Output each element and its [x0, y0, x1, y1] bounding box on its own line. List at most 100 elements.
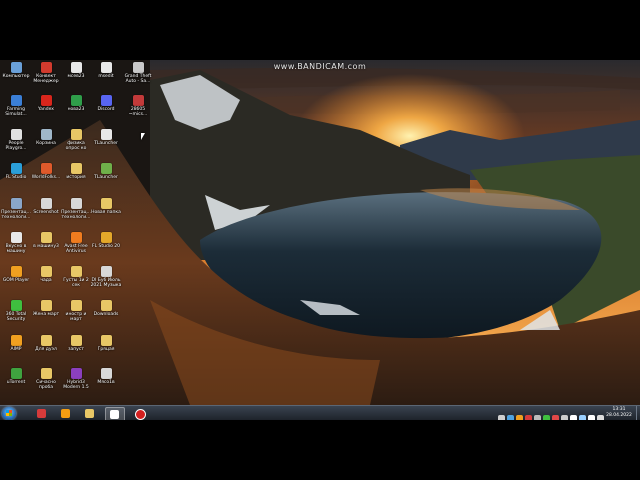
gom-player-icon: [10, 266, 22, 277]
desktop-icon[interactable]: msedit: [90, 62, 122, 96]
desktop-icon[interactable]: Screenshot: [30, 198, 62, 232]
desktop-icon-label: физика опрос ко: [65, 141, 87, 151]
utorrent-icon: [10, 368, 22, 379]
taskbar-app-explorer[interactable]: [81, 407, 99, 420]
game-icon: [132, 62, 144, 73]
file-icon: [70, 198, 82, 209]
desktop-icon[interactable]: нова23: [60, 95, 92, 129]
record-icon: [135, 409, 146, 420]
desktop-icon-label: Густы 1и 2 сек: [63, 278, 89, 288]
yandex-icon: [40, 95, 52, 106]
desktop-icon[interactable]: 28605 ~mics...: [122, 95, 154, 129]
desktop-icon-label: uTorrent: [6, 380, 26, 385]
desktop-icon[interactable]: чада: [30, 266, 62, 300]
desktop-icon-label: запуст: [68, 347, 84, 352]
desktop-icon[interactable]: история: [60, 163, 92, 197]
folder-icon: [70, 163, 82, 174]
desktop-icon[interactable]: Yandex: [30, 95, 62, 129]
desktop-screen: www.BANDICAM.com Компьютер Конвект Менедж…: [0, 60, 640, 420]
windows-logo-icon: [6, 410, 12, 416]
desktop-icon[interactable]: AIMP: [0, 335, 32, 369]
desktop-icon[interactable]: TLauncher: [90, 129, 122, 163]
desktop-icon-label: Hybrid3 Modern 1.5: [63, 380, 89, 390]
desktop-icon-label: People Playgro...: [5, 141, 27, 151]
file-icon: [70, 62, 82, 73]
desktop-icon[interactable]: Для дуэл: [30, 335, 62, 369]
desktop-icon-label: Гряцая: [97, 347, 115, 352]
desktop-icon[interactable]: People Playgro...: [0, 129, 32, 163]
show-desktop-button[interactable]: [636, 406, 640, 420]
desktop-icon-label: история: [66, 175, 86, 180]
desktop-icon[interactable]: Жена март: [30, 300, 62, 334]
desktop-icon[interactable]: Downloads: [90, 300, 122, 334]
desktop-icon-label: Farming Simulat...: [5, 107, 27, 117]
desktop-icon[interactable]: Компьютер: [0, 62, 32, 96]
desktop-icon[interactable]: FL Studio 20: [90, 232, 122, 266]
mouse-cursor-icon: [141, 133, 145, 140]
desktop-icon[interactable]: Новая папка: [90, 198, 122, 232]
desktop-icon-label: Screenshot: [33, 210, 59, 215]
desktop-icon[interactable]: Вкусно в машину: [0, 232, 32, 266]
flag-icon: [132, 95, 144, 106]
desktop-icon[interactable]: Корзина: [30, 129, 62, 163]
desktop-icon-label: Презентац... технологи...: [61, 210, 91, 220]
taskbar-clock[interactable]: 13:31 28.04.2022: [604, 407, 634, 419]
desktop-icon[interactable]: мсев23: [60, 62, 92, 96]
desktop-icon-label: 28605 ~mics...: [128, 107, 148, 117]
desktop-icon-label: Grand Theft Auto - Sa...: [124, 74, 152, 84]
game-icon: [10, 95, 22, 106]
desktop-icon[interactable]: Farming Simulat...: [0, 95, 32, 129]
desktop-icon[interactable]: uTorrent: [0, 368, 32, 402]
start-button[interactable]: [2, 407, 16, 420]
desktop-icon[interactable]: Презентац... технологи...: [60, 198, 92, 232]
taskbar-app-browser[interactable]: [57, 407, 75, 420]
desktop-icon[interactable]: Презентац... технологи...: [0, 198, 32, 232]
desktop-icon-label: GOM Player: [2, 278, 30, 283]
bandicam-icon: [37, 409, 46, 418]
desktop-icon-label: Корзина: [36, 141, 56, 146]
folder-icon: [40, 300, 52, 311]
desktop-icon[interactable]: TLauncher: [90, 163, 122, 197]
desktop-icon-label: иностр и март: [65, 312, 87, 322]
folder-icon: [40, 232, 52, 243]
desktop-icon[interactable]: WorldFolks...: [30, 163, 62, 197]
desktop-icon[interactable]: Grand Theft Auto - Sa...: [122, 62, 154, 96]
folder-icon: [100, 300, 112, 311]
desktop-icon[interactable]: иностр и март: [60, 300, 92, 334]
folder-icon: [100, 198, 112, 209]
desktop-icon[interactable]: запуст: [60, 335, 92, 369]
desktop-icon-label: чада: [40, 278, 52, 283]
desktop-icon[interactable]: GOM Player: [0, 266, 32, 300]
desktop-icon[interactable]: в машину3: [30, 232, 62, 266]
folder-icon: [40, 368, 52, 379]
taskbar-app-record[interactable]: [131, 407, 149, 420]
computer-icon: [10, 62, 22, 73]
app-icon: [40, 163, 52, 174]
folder-icon: [70, 335, 82, 346]
desktop-icon-label: msedit: [98, 74, 114, 79]
desktop-icon[interactable]: 360 Total Security: [0, 300, 32, 334]
taskbar-app-bandicam[interactable]: [33, 407, 51, 420]
taskbar-app-yandex[interactable]: [105, 407, 125, 420]
desktop-icon[interactable]: Discord: [90, 95, 122, 129]
desktop-icon[interactable]: Мясо1в: [90, 368, 122, 402]
letterbox-top: [0, 0, 640, 60]
desktop-icon[interactable]: физика опрос ко: [60, 129, 92, 163]
desktop-icon[interactable]: Сичасно проба: [30, 368, 62, 402]
desktop-icon[interactable]: Avast Free Antivirus: [60, 232, 92, 266]
desktop-icon[interactable]: FL Studio: [0, 163, 32, 197]
desktop-icon-label: TLauncher: [94, 141, 118, 146]
browser-icon: [61, 409, 70, 418]
file-icon: [10, 198, 22, 209]
desktop-icon[interactable]: DI Бу6 Июль 2021 Музыка: [90, 266, 122, 300]
desktop-icon[interactable]: Гряцая: [90, 335, 122, 369]
file-icon: [100, 266, 112, 277]
file-icon: [100, 368, 112, 379]
desktop-icon[interactable]: Конвект Менеджер: [30, 62, 62, 96]
app-icon: [70, 368, 82, 379]
desktop-icon[interactable]: Густы 1и 2 сек: [60, 266, 92, 300]
system-tray: [498, 409, 606, 420]
desktop-icon-label: нова23: [67, 107, 85, 112]
minecraft-icon: [100, 129, 112, 140]
desktop-icon[interactable]: Hybrid3 Modern 1.5: [60, 368, 92, 402]
